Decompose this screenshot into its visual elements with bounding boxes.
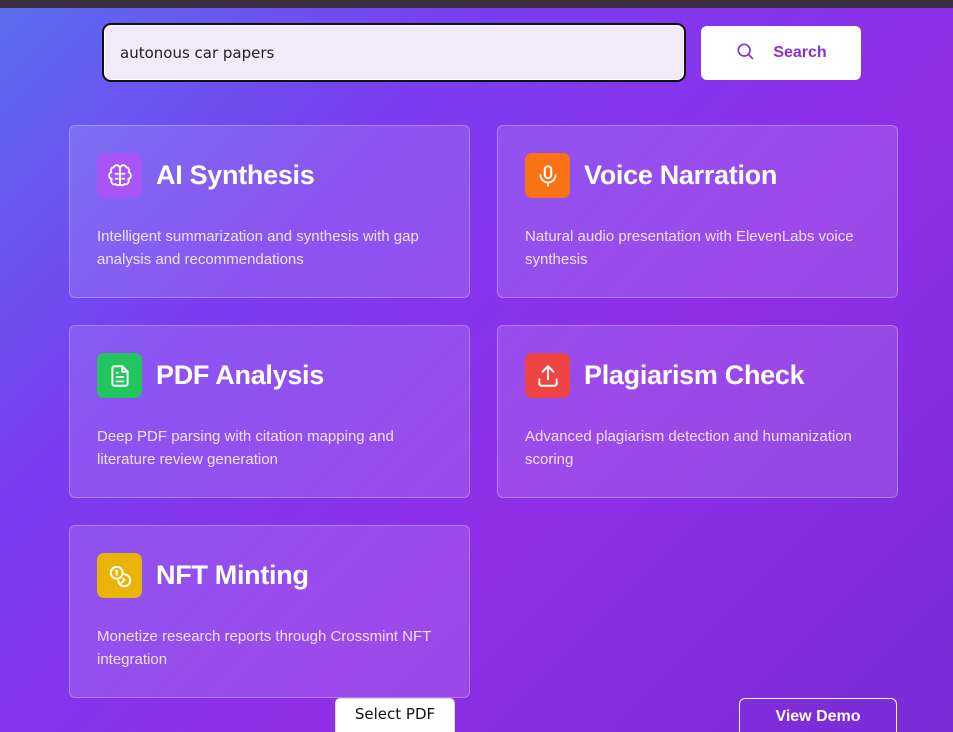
feature-title: NFT Minting: [156, 560, 309, 590]
document-icon: [97, 353, 142, 398]
feature-description: Monetize research reports through Crossm…: [97, 628, 432, 668]
feature-card-nft-minting: NFT Minting Monetize research reports th…: [69, 525, 470, 698]
search-button[interactable]: Search: [701, 26, 861, 80]
feature-card-voice-narration: Voice Narration Natural audio presentati…: [497, 125, 898, 298]
feature-card-ai-synthesis: AI Synthesis Intelligent summarization a…: [69, 125, 470, 298]
feature-title: AI Synthesis: [156, 160, 315, 190]
microphone-icon: [525, 153, 570, 198]
coins-icon: [97, 553, 142, 598]
feature-description: Natural audio presentation with ElevenLa…: [525, 228, 854, 268]
upload-icon: [525, 353, 570, 398]
feature-card-pdf-analysis: PDF Analysis Deep PDF parsing with citat…: [69, 325, 470, 498]
select-pdf-label: Select PDF: [354, 705, 436, 723]
search-button-label: Search: [773, 44, 827, 61]
feature-title: Plagiarism Check: [584, 360, 805, 390]
view-demo-button[interactable]: View Demo: [739, 698, 897, 732]
search-input-value: autonous car papers: [120, 43, 275, 62]
feature-title: PDF Analysis: [156, 360, 324, 390]
brain-icon: [97, 153, 142, 198]
feature-description: Advanced plagiarism detection and humani…: [525, 428, 852, 468]
search-input[interactable]: autonous car papers: [102, 23, 686, 82]
feature-description: Deep PDF parsing with citation mapping a…: [97, 428, 394, 468]
window-top-bar: [0, 0, 953, 8]
select-pdf-button[interactable]: Select PDF: [335, 698, 455, 732]
search-icon: [735, 41, 755, 66]
feature-description: Intelligent summarization and synthesis …: [97, 228, 419, 268]
feature-card-plagiarism-check: Plagiarism Check Advanced plagiarism det…: [497, 325, 898, 498]
feature-title: Voice Narration: [584, 160, 778, 190]
view-demo-label: View Demo: [775, 708, 861, 725]
